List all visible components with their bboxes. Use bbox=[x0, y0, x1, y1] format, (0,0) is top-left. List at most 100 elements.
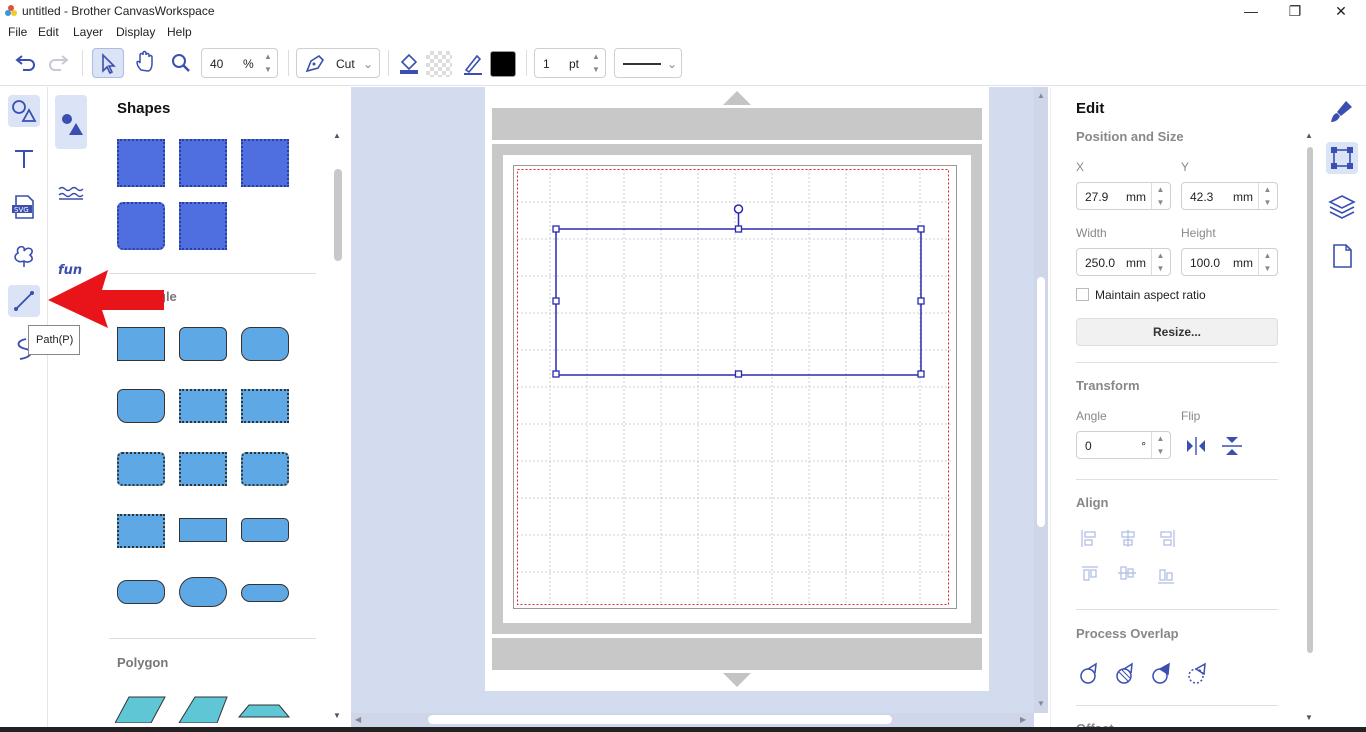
stroke-color-swatch[interactable] bbox=[490, 51, 516, 77]
stamp-shape[interactable] bbox=[179, 139, 227, 187]
x-down-icon[interactable]: ▼ bbox=[1151, 196, 1169, 209]
zoom-up-icon[interactable]: ▲ bbox=[261, 51, 275, 63]
hscroll-thumb[interactable] bbox=[428, 715, 892, 724]
angle-input[interactable]: 0 ° ▲ ▼ bbox=[1076, 431, 1171, 459]
menu-file[interactable]: File bbox=[8, 25, 27, 39]
select-tool-button[interactable] bbox=[92, 48, 124, 78]
stamp-shape[interactable] bbox=[179, 202, 227, 250]
mode-label: Cut bbox=[336, 57, 355, 71]
edit-panel-tab[interactable] bbox=[1326, 142, 1358, 174]
scroll-up-icon[interactable]: ▲ bbox=[1305, 131, 1313, 140]
stroke-pen-icon[interactable] bbox=[460, 48, 486, 78]
svg-import-button[interactable]: SVG bbox=[8, 191, 40, 223]
zoom-input[interactable]: 40 % ▲ ▼ bbox=[201, 48, 278, 78]
pill-shape[interactable] bbox=[241, 584, 289, 602]
vscroll-thumb[interactable] bbox=[1037, 277, 1045, 527]
height-up-icon[interactable]: ▲ bbox=[1258, 249, 1276, 262]
fill-swatch[interactable] bbox=[426, 51, 452, 77]
stamp-shape[interactable] bbox=[241, 139, 289, 187]
y-input[interactable]: 42.3 mm ▲ ▼ bbox=[1181, 182, 1278, 210]
pill-shape[interactable] bbox=[117, 580, 165, 604]
x-label: X bbox=[1076, 160, 1085, 174]
clip-art-button[interactable] bbox=[8, 239, 40, 271]
hand-tool-icon[interactable] bbox=[132, 48, 160, 78]
scroll-down-icon[interactable]: ▼ bbox=[1305, 713, 1313, 722]
rounded-rectangle-shape[interactable] bbox=[117, 389, 165, 423]
x-input[interactable]: 27.9 mm ▲ ▼ bbox=[1076, 182, 1171, 210]
stamp-rectangle-shape[interactable] bbox=[117, 514, 165, 548]
page-icon[interactable] bbox=[1327, 241, 1357, 271]
canvas-hscrollbar[interactable]: ◀ ▶ bbox=[351, 713, 1034, 727]
wide-rectangle-shape[interactable] bbox=[179, 518, 227, 542]
paint-brush-icon[interactable] bbox=[1326, 97, 1356, 127]
angle-up-icon[interactable]: ▲ bbox=[1151, 432, 1169, 445]
width-up-icon[interactable]: ▲ bbox=[1151, 249, 1169, 262]
path-tool-button[interactable] bbox=[8, 285, 40, 317]
rounded-rectangle-shape[interactable] bbox=[179, 327, 227, 361]
align-buttons[interactable] bbox=[1078, 527, 1208, 587]
edit-panel-scrollbar-thumb[interactable] bbox=[1307, 147, 1313, 653]
stroke-up-icon[interactable]: ▲ bbox=[589, 51, 603, 63]
stamp-rectangle-shape[interactable] bbox=[241, 452, 289, 486]
stamp-rectangle-shape[interactable] bbox=[117, 452, 165, 486]
selected-rectangle[interactable] bbox=[551, 203, 927, 379]
process-overlap-buttons[interactable] bbox=[1078, 660, 1218, 688]
text-tool-button[interactable] bbox=[8, 143, 40, 175]
rounded-rectangle-shape[interactable] bbox=[241, 327, 289, 361]
stamp-rectangle-shape[interactable] bbox=[179, 389, 227, 423]
stamp-rectangle-shape[interactable] bbox=[241, 389, 289, 423]
aspect-ratio-checkbox[interactable] bbox=[1076, 288, 1089, 301]
y-down-icon[interactable]: ▼ bbox=[1258, 196, 1276, 209]
angle-down-icon[interactable]: ▼ bbox=[1151, 445, 1169, 458]
redo-icon[interactable] bbox=[46, 48, 72, 78]
basic-shapes-tab[interactable] bbox=[55, 95, 87, 149]
stamp-shape[interactable] bbox=[117, 139, 165, 187]
resize-button[interactable]: Resize... bbox=[1076, 318, 1278, 346]
x-up-icon[interactable]: ▲ bbox=[1151, 183, 1169, 196]
scroll-up-icon[interactable]: ▲ bbox=[333, 131, 341, 140]
mat-down-arrow-icon[interactable] bbox=[723, 673, 751, 687]
layers-icon[interactable] bbox=[1327, 192, 1357, 222]
width-input[interactable]: 250.0 mm ▲ ▼ bbox=[1076, 248, 1171, 276]
line-style-select[interactable]: ⌄ bbox=[614, 48, 682, 78]
zoom-down-icon[interactable]: ▼ bbox=[261, 64, 275, 76]
stamp-shape[interactable] bbox=[117, 202, 165, 250]
flip-horizontal-icon[interactable] bbox=[1184, 435, 1208, 457]
restore-icon[interactable]: ❐ bbox=[1280, 2, 1310, 20]
scroll-down-icon[interactable]: ▼ bbox=[333, 711, 341, 720]
text-icon bbox=[15, 150, 33, 168]
polygon-shapes-row[interactable] bbox=[115, 693, 295, 723]
stroke-down-icon[interactable]: ▼ bbox=[589, 64, 603, 76]
mat-up-arrow-icon[interactable] bbox=[723, 91, 751, 105]
flip-vertical-icon[interactable] bbox=[1220, 435, 1244, 457]
fill-color-icon[interactable] bbox=[396, 48, 422, 78]
scroll-left-icon[interactable]: ◀ bbox=[355, 715, 361, 724]
transform-heading: Transform bbox=[1076, 378, 1140, 393]
scroll-down-icon[interactable]: ▼ bbox=[1037, 699, 1045, 708]
minimize-icon[interactable]: — bbox=[1236, 2, 1266, 20]
scroll-right-icon[interactable]: ▶ bbox=[1020, 715, 1026, 724]
zoom-icon[interactable] bbox=[168, 48, 194, 78]
mode-select[interactable]: Cut ⌄ bbox=[296, 48, 380, 78]
menu-edit[interactable]: Edit bbox=[38, 25, 59, 39]
close-icon[interactable]: ✕ bbox=[1326, 2, 1356, 20]
menu-layer[interactable]: Layer bbox=[73, 25, 103, 39]
canvas-vscrollbar[interactable]: ▲ ▼ bbox=[1034, 87, 1048, 713]
pill-shape[interactable] bbox=[179, 577, 227, 607]
stroke-width-input[interactable]: 1 pt ▲ ▼ bbox=[534, 48, 606, 78]
rectangle-shape[interactable] bbox=[117, 327, 165, 361]
menu-display[interactable]: Display bbox=[116, 25, 155, 39]
process-overlap-heading: Process Overlap bbox=[1076, 626, 1179, 641]
wave-border-icon[interactable] bbox=[57, 183, 85, 203]
scroll-up-icon[interactable]: ▲ bbox=[1037, 91, 1045, 100]
width-down-icon[interactable]: ▼ bbox=[1151, 262, 1169, 275]
undo-icon[interactable] bbox=[12, 48, 38, 78]
shapes-scrollbar-thumb[interactable] bbox=[334, 169, 342, 261]
menu-help[interactable]: Help bbox=[167, 25, 192, 39]
shapes-tool-button[interactable] bbox=[8, 95, 40, 127]
y-up-icon[interactable]: ▲ bbox=[1258, 183, 1276, 196]
stamp-rectangle-shape[interactable] bbox=[179, 452, 227, 486]
height-input[interactable]: 100.0 mm ▲ ▼ bbox=[1181, 248, 1278, 276]
wide-rounded-rectangle-shape[interactable] bbox=[241, 518, 289, 542]
height-down-icon[interactable]: ▼ bbox=[1258, 262, 1276, 275]
